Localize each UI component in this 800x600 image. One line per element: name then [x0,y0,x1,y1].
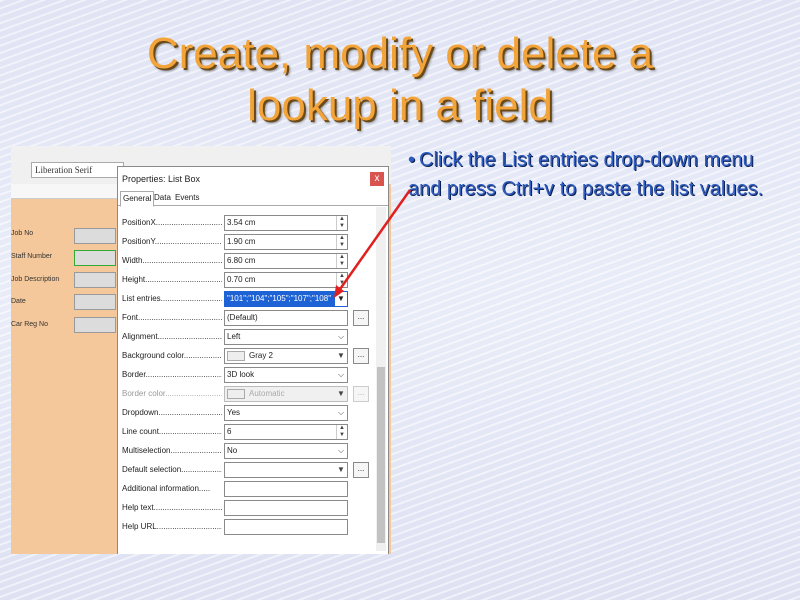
slide-title: Create, modify or delete a lookup in a f… [60,28,740,132]
chevron-down-icon[interactable]: ▼ [335,349,347,363]
prop-label: Background color..................... [122,351,222,360]
form-field-job-description[interactable] [74,272,116,288]
color-swatch-icon [227,388,245,399]
background-color-select[interactable]: Gray 2 ▼ [224,348,348,364]
slide-title-line-2: lookup in a field [247,81,553,130]
prop-label: PositionY...............................… [122,237,222,246]
tab-general[interactable]: General [120,191,155,207]
default-selection-select[interactable]: ▼ [224,462,348,478]
prop-label: Alignment...............................… [122,332,222,341]
form-label-date: Date [11,298,26,305]
prop-label: Help text...............................… [122,503,222,512]
additional-information-field[interactable] [224,481,348,497]
screenshot: Liberation Serif Job No Staff Number Job… [11,146,391,554]
help-text-field[interactable] [224,500,348,516]
border-select[interactable]: 3D look ⌵ [224,367,348,383]
list-entries-dropdown[interactable]: "101";"104";"105";"107";"108" ▼ [224,291,348,307]
dialog-title-bar: Properties: List Box x [118,167,388,191]
font-field[interactable]: (Default) [224,310,348,326]
form-field-date[interactable] [74,294,116,310]
positionx-field[interactable]: 3.54 cm ▲ ▼ [224,215,348,231]
chevron-down-icon[interactable]: ⌵ [335,444,347,458]
chevron-down-icon[interactable]: ⌵ [335,330,347,344]
form-field-car-reg-no[interactable] [74,317,116,333]
border-color-select: Automatic ▼ [224,386,348,402]
border-color-more-button: ... [353,386,369,402]
bullet-text: Click the List entries drop-down menu an… [408,149,764,200]
prop-label: Border..................................… [122,370,222,379]
properties-dialog: Properties: List Box x General Data Even… [117,166,389,554]
tab-events[interactable]: Events [173,191,201,205]
prop-label: PositionX...............................… [122,218,222,227]
chevron-down-icon[interactable]: ▼ [335,463,347,477]
form-field-job-no[interactable] [74,228,116,244]
scroll-thumb[interactable] [377,367,385,543]
prop-label: Help URL................................… [122,522,222,531]
positiony-field[interactable]: 1.90 cm ▲ ▼ [224,234,348,250]
prop-label: Height..................................… [122,275,222,284]
default-selection-more-button[interactable]: ... [353,462,369,478]
bullet-dot-icon: • [408,149,416,171]
chevron-down-icon: ▼ [337,389,345,398]
prop-label: Multiselection..........................… [122,446,222,455]
font-name-box[interactable]: Liberation Serif [31,162,124,178]
dialog-title: Properties: List Box [122,174,201,184]
form-label-car-reg-no: Car Reg No [11,321,48,328]
color-swatch-icon [227,350,245,361]
chevron-down-icon[interactable]: ⌵ [335,406,347,420]
slide-title-line-1: Create, modify or delete a [146,29,654,78]
dropdown-select[interactable]: Yes ⌵ [224,405,348,421]
spin-icon[interactable]: ▲ ▼ [336,425,347,439]
spin-icon[interactable]: ▲ ▼ [336,235,347,249]
ruler [11,184,121,199]
tab-data[interactable]: Data [152,191,173,205]
width-field[interactable]: 6.80 cm ▲ ▼ [224,253,348,269]
form-label-staff-number: Staff Number [11,253,53,260]
chevron-down-icon[interactable]: ▼ [335,292,347,306]
prop-label: Width...................................… [122,256,222,265]
spin-icon[interactable]: ▲ ▼ [336,273,347,287]
chevron-down-icon[interactable]: ⌵ [335,368,347,382]
font-more-button[interactable]: ... [353,310,369,326]
alignment-select[interactable]: Left ⌵ [224,329,348,345]
spin-icon[interactable]: ▲ ▼ [336,254,347,268]
prop-label: Font....................................… [122,313,222,322]
multiselection-select[interactable]: No ⌵ [224,443,348,459]
spin-icon[interactable]: ▲ ▼ [336,216,347,230]
prop-label: Additional information..... [122,484,211,493]
help-url-field[interactable] [224,519,348,535]
prop-label: Default selection...................... [122,465,222,474]
instruction-bullet: • Click the List entries drop-down menu a… [408,146,768,204]
background-color-more-button[interactable]: ... [353,348,369,364]
prop-label: Dropdown................................… [122,408,222,417]
dialog-scrollbar[interactable] [376,207,386,551]
line-count-field[interactable]: 6 ▲ ▼ [224,424,348,440]
form-field-staff-number[interactable] [74,250,116,266]
close-icon[interactable]: x [370,172,384,186]
height-field[interactable]: 0.70 cm ▲ ▼ [224,272,348,288]
dialog-tabs: General Data Events [118,191,388,207]
prop-label: List entries............................… [122,294,222,303]
form-label-job-description: Job Description [11,276,60,283]
prop-label: Border color............................… [122,389,222,398]
form-label-job-no: Job No [11,230,34,237]
prop-label: Line count..............................… [122,427,222,436]
